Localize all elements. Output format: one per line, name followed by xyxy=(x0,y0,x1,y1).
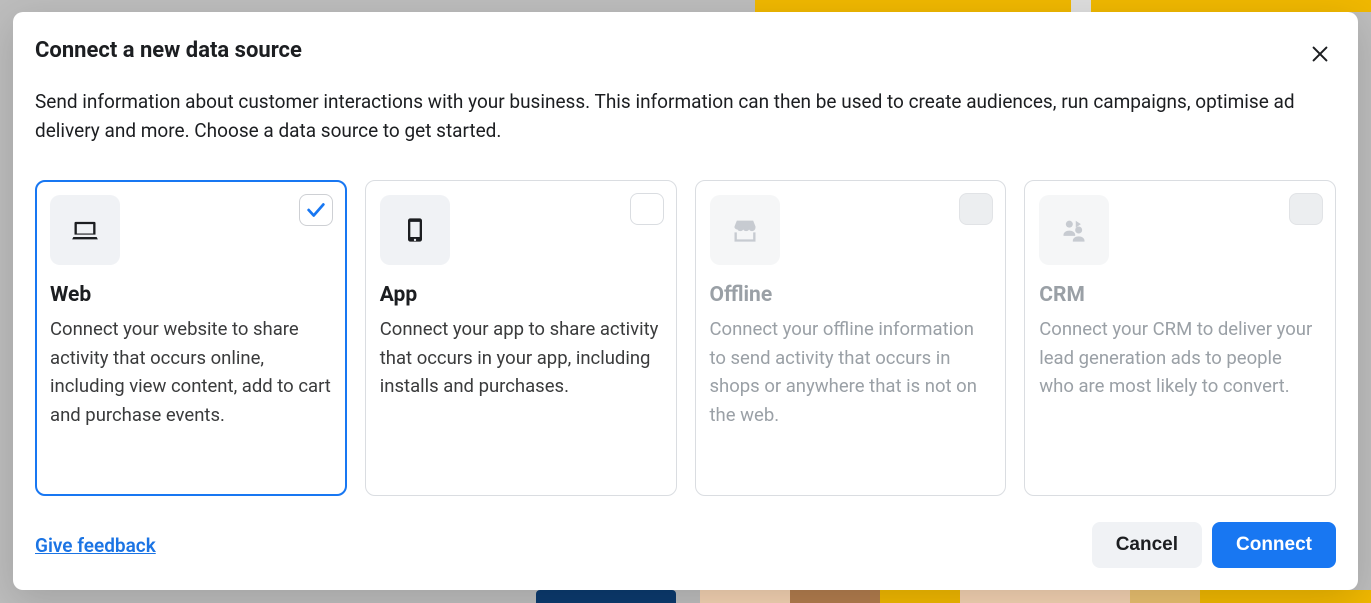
option-offline: Offline Connect your offline information… xyxy=(695,180,1007,496)
background-decoration xyxy=(751,0,1371,12)
people-icon xyxy=(1060,216,1088,244)
option-icon-container xyxy=(710,195,780,265)
option-description: Connect your app to share activity that … xyxy=(380,315,662,401)
option-title: Web xyxy=(50,283,332,307)
option-description: Connect your offline information to send… xyxy=(710,315,992,430)
close-button[interactable] xyxy=(1302,36,1338,72)
cancel-button[interactable]: Cancel xyxy=(1092,522,1202,568)
option-selected-indicator xyxy=(299,194,333,226)
option-app[interactable]: App Connect your app to share activity t… xyxy=(365,180,677,496)
phone-icon xyxy=(401,216,429,244)
option-selected-indicator xyxy=(630,193,664,225)
check-icon xyxy=(305,199,327,221)
footer-actions: Cancel Connect xyxy=(1092,522,1336,568)
option-title: App xyxy=(380,283,662,307)
option-icon-container xyxy=(50,195,120,265)
background-decoration xyxy=(0,590,1371,603)
option-title: Offline xyxy=(710,283,992,307)
store-icon xyxy=(731,216,759,244)
option-title: CRM xyxy=(1039,283,1321,307)
modal-header: Connect a new data source xyxy=(35,38,1336,87)
modal-description: Send information about customer interact… xyxy=(35,87,1325,146)
option-icon-container xyxy=(1039,195,1109,265)
option-icon-container xyxy=(380,195,450,265)
modal-footer: Give feedback Cancel Connect xyxy=(35,496,1336,568)
laptop-icon xyxy=(71,216,99,244)
give-feedback-link[interactable]: Give feedback xyxy=(35,534,156,557)
connect-data-source-modal: Connect a new data source Send informati… xyxy=(13,12,1358,590)
option-selected-indicator xyxy=(1289,193,1323,225)
data-source-options: Web Connect your website to share activi… xyxy=(35,180,1336,496)
option-web[interactable]: Web Connect your website to share activi… xyxy=(35,180,347,496)
option-description: Connect your website to share activity t… xyxy=(50,315,332,430)
connect-button[interactable]: Connect xyxy=(1212,522,1336,568)
option-selected-indicator xyxy=(959,193,993,225)
option-crm: CRM Connect your CRM to deliver your lea… xyxy=(1024,180,1336,496)
modal-title: Connect a new data source xyxy=(35,38,1336,63)
option-description: Connect your CRM to deliver your lead ge… xyxy=(1039,315,1321,401)
close-icon xyxy=(1309,43,1331,65)
